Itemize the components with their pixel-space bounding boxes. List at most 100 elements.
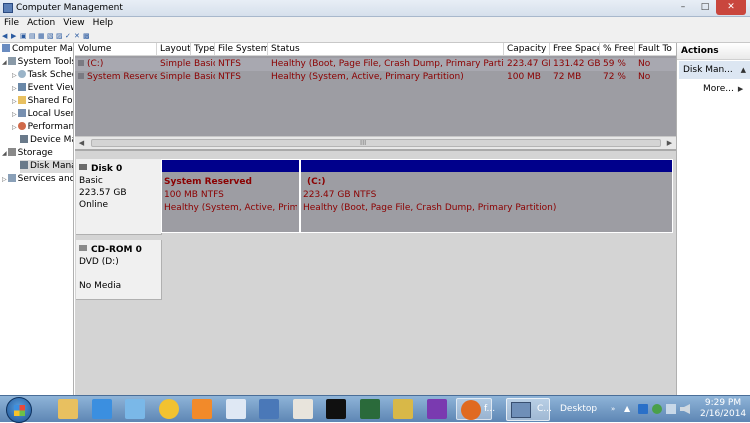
- taskbar-explorer-button[interactable]: [54, 398, 82, 420]
- collapsed-arrow-icon[interactable]: ▷: [2, 176, 7, 183]
- expand-arrow-icon[interactable]: ◢: [2, 59, 7, 66]
- partition-bar: [301, 160, 672, 172]
- tree-item-task-scheduler[interactable]: ▷Task Schedu: [12, 69, 73, 82]
- start-button[interactable]: [6, 397, 32, 423]
- status-cell: Healthy (System, Active, Primary Partiti…: [271, 72, 464, 82]
- back-icon[interactable]: ◀: [2, 33, 9, 40]
- collapsed-arrow-icon[interactable]: ▷: [12, 72, 17, 79]
- toolbar: ◀ ▶ ▣ ▤ ▦ ▧ ▨ ✓ ✕ ▩: [0, 30, 750, 43]
- computer-management-icon: [3, 3, 13, 13]
- network-icon[interactable]: [666, 404, 676, 414]
- taskbar-j-app-button[interactable]: [155, 398, 183, 420]
- disk-management-icon: [20, 161, 28, 169]
- column-capacity[interactable]: Capacity: [504, 43, 550, 56]
- menu-file[interactable]: File: [0, 17, 23, 30]
- collapse-arrow-icon[interactable]: ▲: [741, 66, 746, 74]
- taskbar-cpu-z-button[interactable]: [423, 398, 451, 420]
- expand-arrow-icon[interactable]: ◢: [2, 150, 7, 157]
- refresh-icon[interactable]: ▧: [47, 33, 54, 40]
- layout-cell: Simple: [160, 59, 191, 69]
- cpu-z-icon: [426, 399, 447, 419]
- desktop-toolbar-label[interactable]: Desktop: [560, 404, 597, 414]
- taskbar-internet-explorer-button[interactable]: [88, 398, 116, 420]
- partition-status: Healthy (Boot, Page File, Crash Dump, Pr…: [303, 203, 557, 213]
- disk-row: Disk 0 Basic 223.57 GB Online System Res…: [75, 159, 676, 235]
- scrollbar-thumb[interactable]: III: [91, 139, 661, 147]
- volume-list-header: Volume Layout Type File System Status Ca…: [75, 43, 676, 56]
- properties-icon[interactable]: ▤: [29, 33, 36, 40]
- desktop-toolbar-arrow-icon[interactable]: »: [611, 405, 615, 413]
- check-icon[interactable]: ✓: [65, 33, 72, 40]
- tree-item-computer-management[interactable]: Computer Man: [2, 43, 73, 56]
- tree-item-services-and-applications[interactable]: ▷Services and A: [2, 173, 73, 186]
- column-fault-tolerance[interactable]: Fault To: [635, 43, 676, 56]
- column-volume[interactable]: Volume: [75, 43, 157, 56]
- tray-expand-icon[interactable]: ▲: [624, 404, 634, 414]
- tree-item-local-users[interactable]: ▷ Local Users: [12, 108, 73, 121]
- close-button[interactable]: ✕: [716, 0, 746, 15]
- up-icon[interactable]: ▣: [20, 33, 27, 40]
- collapsed-arrow-icon[interactable]: ▷: [12, 98, 17, 105]
- tray-check-icon[interactable]: [652, 404, 662, 414]
- maximize-button[interactable]: □: [694, 0, 716, 15]
- taskbar-text-editor-button[interactable]: [222, 398, 250, 420]
- column-free-space[interactable]: Free Space: [550, 43, 600, 56]
- taskbar-notes-button[interactable]: [121, 398, 149, 420]
- taskbar-disk-tool-button[interactable]: [289, 398, 317, 420]
- tree-item-disk-management[interactable]: Disk Manag: [20, 160, 73, 173]
- column-percent-free[interactable]: % Free: [600, 43, 635, 56]
- column-file-system[interactable]: File System: [215, 43, 268, 56]
- collapsed-arrow-icon[interactable]: ▷: [12, 111, 17, 118]
- taskbar-firefox-button[interactable]: f...: [456, 398, 495, 420]
- taskbar-tools-button[interactable]: [389, 398, 417, 420]
- free-space-cell: 131.42 GB: [553, 59, 600, 69]
- help-icon[interactable]: ▦: [38, 33, 45, 40]
- partition-c-drive[interactable]: (C:) 223.47 GB NTFS Healthy (Boot, Page …: [300, 159, 673, 233]
- disk-size: 223.57 GB: [79, 188, 127, 198]
- collapsed-arrow-icon[interactable]: ▷: [12, 85, 17, 92]
- forward-icon[interactable]: ▶: [11, 33, 18, 40]
- more-actions-link[interactable]: More... ▶: [703, 84, 743, 94]
- tray-app-icon[interactable]: [638, 404, 648, 414]
- volume-icon[interactable]: [680, 404, 690, 414]
- storage-icon: [7, 148, 16, 156]
- tree-item-storage[interactable]: ◢ Storage: [2, 147, 53, 160]
- settings-icon[interactable]: ▨: [56, 33, 63, 40]
- actions-section-disk-management[interactable]: Disk Man... ▲: [679, 61, 750, 79]
- tree-item-system-tools[interactable]: ◢ System Tools: [2, 56, 73, 69]
- table-row[interactable]: System Reserved Simple Basic NTFS Health…: [75, 71, 676, 84]
- taskbar-terminal-button[interactable]: [322, 398, 350, 420]
- column-status[interactable]: Status: [268, 43, 504, 56]
- disk-0-label[interactable]: Disk 0 Basic 223.57 GB Online: [76, 159, 162, 235]
- folder-icon[interactable]: ▩: [83, 33, 90, 40]
- collapsed-arrow-icon[interactable]: ▷: [12, 124, 17, 131]
- horizontal-scrollbar[interactable]: ◀ III ▶: [75, 136, 676, 149]
- tree-item-shared-folders[interactable]: ▷Shared Fold: [12, 95, 73, 108]
- tree-item-device-manager[interactable]: Device Man: [20, 134, 73, 147]
- taskbar-media-player-button[interactable]: [188, 398, 216, 420]
- cdrom-row: CD-ROM 0 DVD (D:) No Media: [75, 240, 676, 300]
- menu-help[interactable]: Help: [89, 17, 118, 30]
- table-row[interactable]: (C:) Simple Basic NTFS Healthy (Boot, Pa…: [75, 58, 676, 71]
- cdrom-0-label[interactable]: CD-ROM 0 DVD (D:) No Media: [76, 240, 162, 300]
- scroll-right-icon[interactable]: ▶: [663, 137, 676, 149]
- minimize-button[interactable]: –: [672, 0, 694, 15]
- remote-desktop-icon: [259, 399, 279, 419]
- scroll-left-icon[interactable]: ◀: [75, 137, 88, 149]
- partition-system-reserved[interactable]: System Reserved 100 MB NTFS Healthy (Sys…: [161, 159, 300, 233]
- taskbar-computer-management-button[interactable]: C...: [506, 398, 552, 421]
- menu-view[interactable]: View: [59, 17, 88, 30]
- delete-icon[interactable]: ✕: [74, 33, 81, 40]
- disk-type: Basic: [79, 176, 103, 186]
- system-clock[interactable]: 9:29 PM 2/16/2014: [700, 398, 746, 420]
- column-type[interactable]: Type: [191, 43, 215, 56]
- column-layout[interactable]: Layout: [157, 43, 191, 56]
- taskbar-task-tool-button[interactable]: [356, 398, 384, 420]
- tree-item-event-viewer[interactable]: ▷Event Viewe: [12, 82, 73, 95]
- tree-item-performance[interactable]: ▷ Performanc: [12, 121, 73, 134]
- partition-text: (C:) 223.47 GB NTFS Healthy (Boot, Page …: [303, 176, 670, 215]
- menu-action[interactable]: Action: [23, 17, 59, 30]
- partition-name: System Reserved: [164, 177, 252, 187]
- taskbar-remote-desktop-button[interactable]: [255, 398, 283, 420]
